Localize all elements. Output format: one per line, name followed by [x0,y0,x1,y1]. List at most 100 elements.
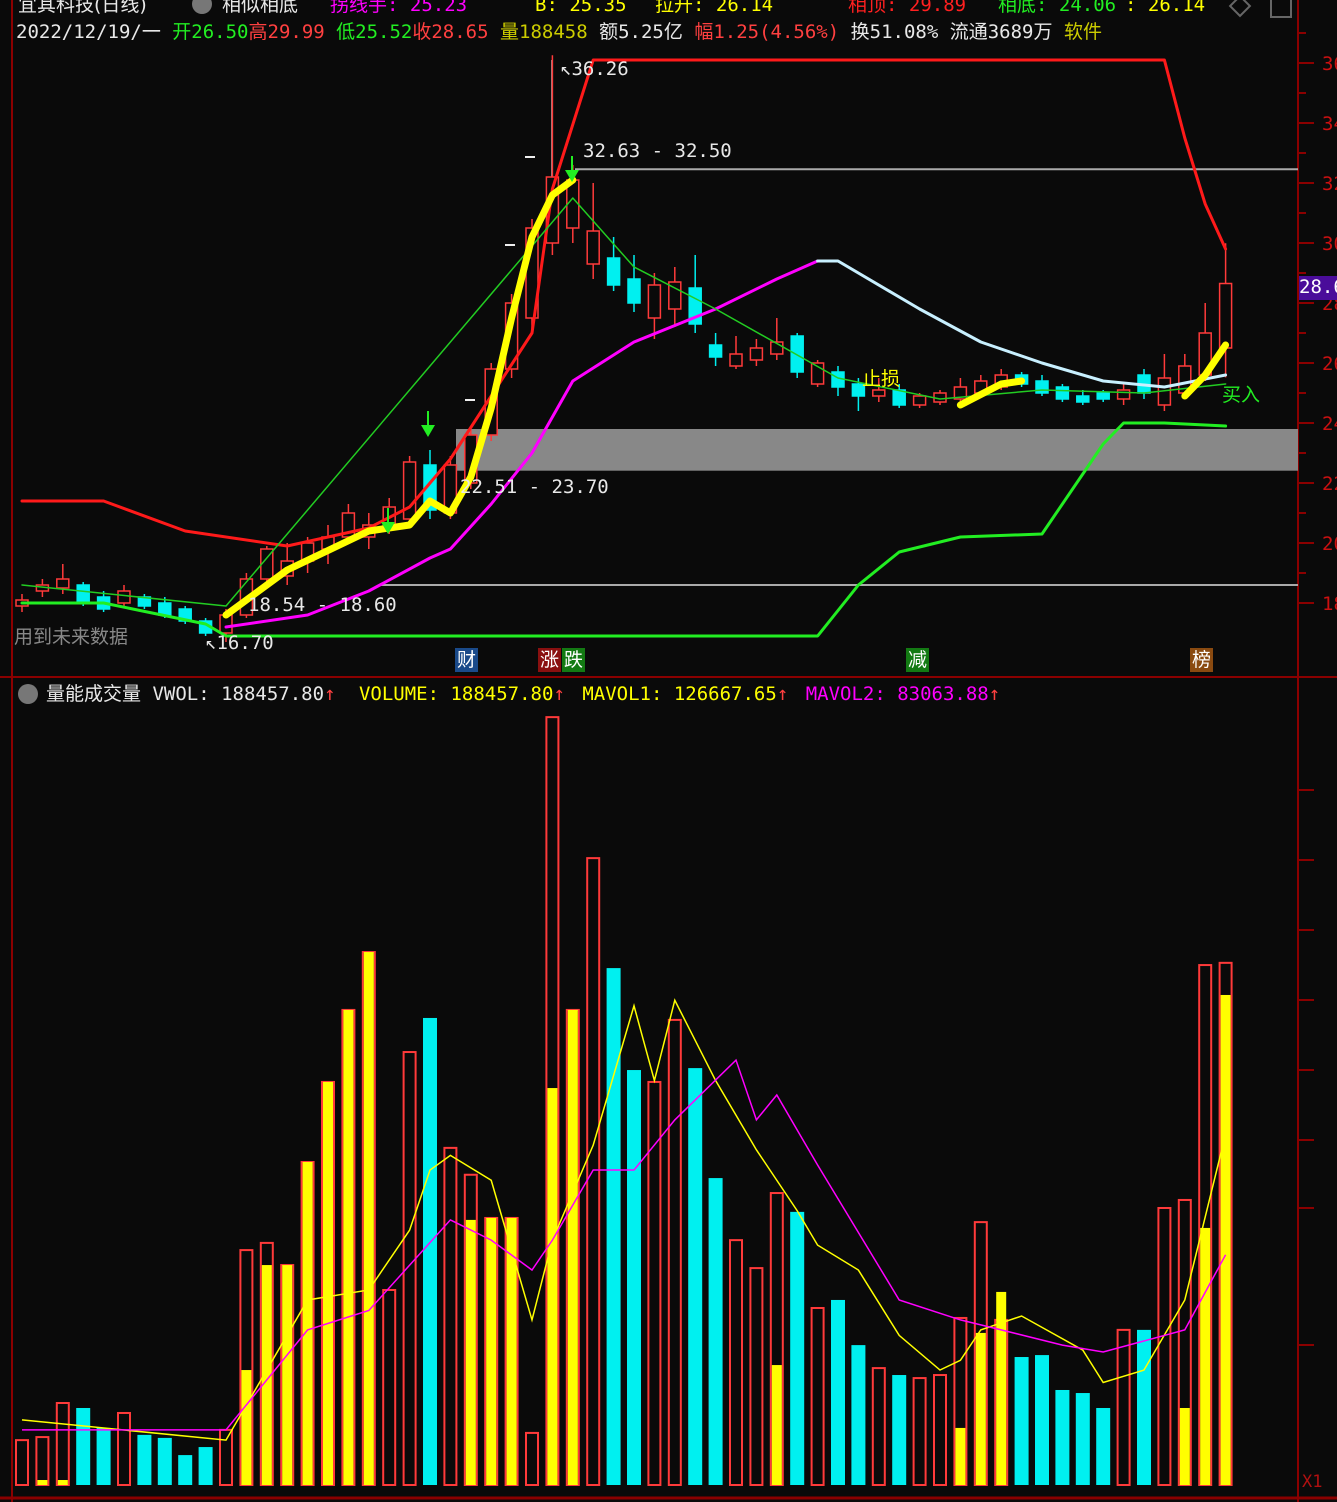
vwol-bar [771,1365,782,1485]
price-tick-label: 34 [1322,113,1337,135]
volume-bar-down [1055,1389,1070,1485]
guaixian-value: 拐线手: 25.23 [330,0,468,16]
volume-bar-down [178,1455,193,1485]
vwol-bar [1179,1407,1190,1485]
low-label: ↖16.70 [205,632,274,654]
change: 幅1.25(4.56%) [694,21,840,43]
volume-bar-up [117,1411,131,1486]
low-zone-label: 18.54 - 18.60 [248,594,397,616]
badge-fall[interactable]: 跌 [562,648,586,672]
candle-up [1116,389,1131,400]
volume-bar-down [137,1434,152,1485]
support-zone-label: 22.51 - 23.70 [460,476,609,498]
down-arrow-icon [421,425,435,437]
vwol-bar [241,1370,252,1485]
candle-down [1055,386,1070,400]
volume-bar-up [525,1431,539,1487]
vwol-bar [1200,1227,1211,1485]
buy-label: 买入 [1222,384,1261,406]
low-value: 16.70 [216,632,274,654]
amount: 额5.25亿 [599,21,683,43]
volume-value: VOLUME: 188457.80 [358,683,554,705]
up-arrow-icon: ↑ [553,683,565,705]
volume-bar-down [157,1437,172,1485]
volume-bar-down [606,968,621,1485]
volume-bar-down [96,1427,111,1485]
badge-rise[interactable]: 涨 [538,648,562,672]
candle-up [586,230,600,265]
candle-down [1076,395,1090,403]
low: 低25.52 [336,21,413,43]
volume-bar-up [933,1374,947,1487]
indicator-name[interactable]: 相似相底 [222,0,298,16]
mavol2-value: MAVOL2: 83063.88 [805,683,989,705]
float-shares: 流通3689万 [949,21,1053,43]
candle-down [627,278,641,304]
price-tick-label: 20 [1322,533,1337,555]
candle-down [892,389,906,406]
future-data-warning: 用到未来数据 [14,626,129,648]
close: 收28.65 [412,21,489,43]
volume-bar-down [1014,1357,1029,1485]
volume-bar-up [647,1080,662,1486]
window-icon[interactable] [1270,0,1292,18]
volume-bar-down [790,1211,805,1485]
high: 高29.99 [248,21,325,43]
up-arrow-icon: ↑ [324,683,336,705]
volume-bar-down [892,1375,907,1485]
vwol-bar [363,952,374,1485]
volume-bar-up [443,1146,458,1486]
stock-title: 宜其科技(日线) [18,0,147,16]
vwol-bar [465,1219,476,1485]
volume-bar-up [871,1367,886,1487]
price-tick-label: 36 [1322,53,1337,75]
price-tick-label: 24 [1322,413,1337,435]
zoom-corner[interactable]: X1 [1302,1472,1322,1492]
volume-bar-down [627,1070,641,1485]
high-value: 36.26 [571,58,629,80]
volume-bar-up [749,1267,764,1487]
vwol-bar [567,1009,578,1485]
badge-reduce[interactable]: 减 [906,648,930,672]
volume-bar-up [55,1402,70,1486]
volume-bar-up [912,1377,927,1487]
badge-rank[interactable]: 榜 [1190,648,1214,672]
date: 2022/12/19/一 [16,21,161,43]
candle-up [872,389,886,397]
up-arrow-icon: ↑ [776,683,789,705]
volume-bar-up [219,1428,233,1487]
volume-bar-up [15,1439,29,1486]
lasheng-value: 拉升: 26.14 [655,0,774,16]
price-tick-label: 26 [1322,353,1337,375]
trend-yellow-1 [222,176,577,619]
volume-bar-up [729,1239,743,1486]
support-zone [456,429,1298,471]
volume-bar-up [586,857,601,1486]
volume-bar-down [423,1017,437,1485]
candle-up [117,590,131,604]
open: 开26.50 [172,21,249,43]
candle-down [790,335,804,373]
volume-menu-icon[interactable] [18,684,38,704]
chart-canvas: 18202224262830323436 [0,0,1337,1502]
vwol-bar [323,1081,333,1485]
sector[interactable]: 软件 [1064,21,1102,43]
volume-bar-down [1137,1329,1151,1485]
badge-finance[interactable]: 财 [455,648,479,672]
resistance-label: 32.63 - 32.50 [583,140,732,162]
volume-indicator-name[interactable]: 量能成交量 [46,683,141,705]
vwol-value: VWOL: 188457.80 [152,683,325,705]
stop-loss-label: 止损 [862,368,901,390]
volume-bar-down [831,1299,845,1485]
volume-bar-down [198,1447,213,1485]
upper-band [20,58,1228,548]
ma-green-thin [21,197,1227,607]
vwol-bar [547,1088,558,1485]
price-tick-label: 30 [1322,233,1337,255]
volume-bar-up [1116,1328,1131,1487]
mavol1-value: MAVOL1: 126667.65 [582,683,777,705]
b-value: B: 25.35 [535,0,627,16]
volume-bar-down [851,1345,866,1485]
vwol-bar [975,1332,986,1485]
vwol-bar [37,1480,48,1485]
